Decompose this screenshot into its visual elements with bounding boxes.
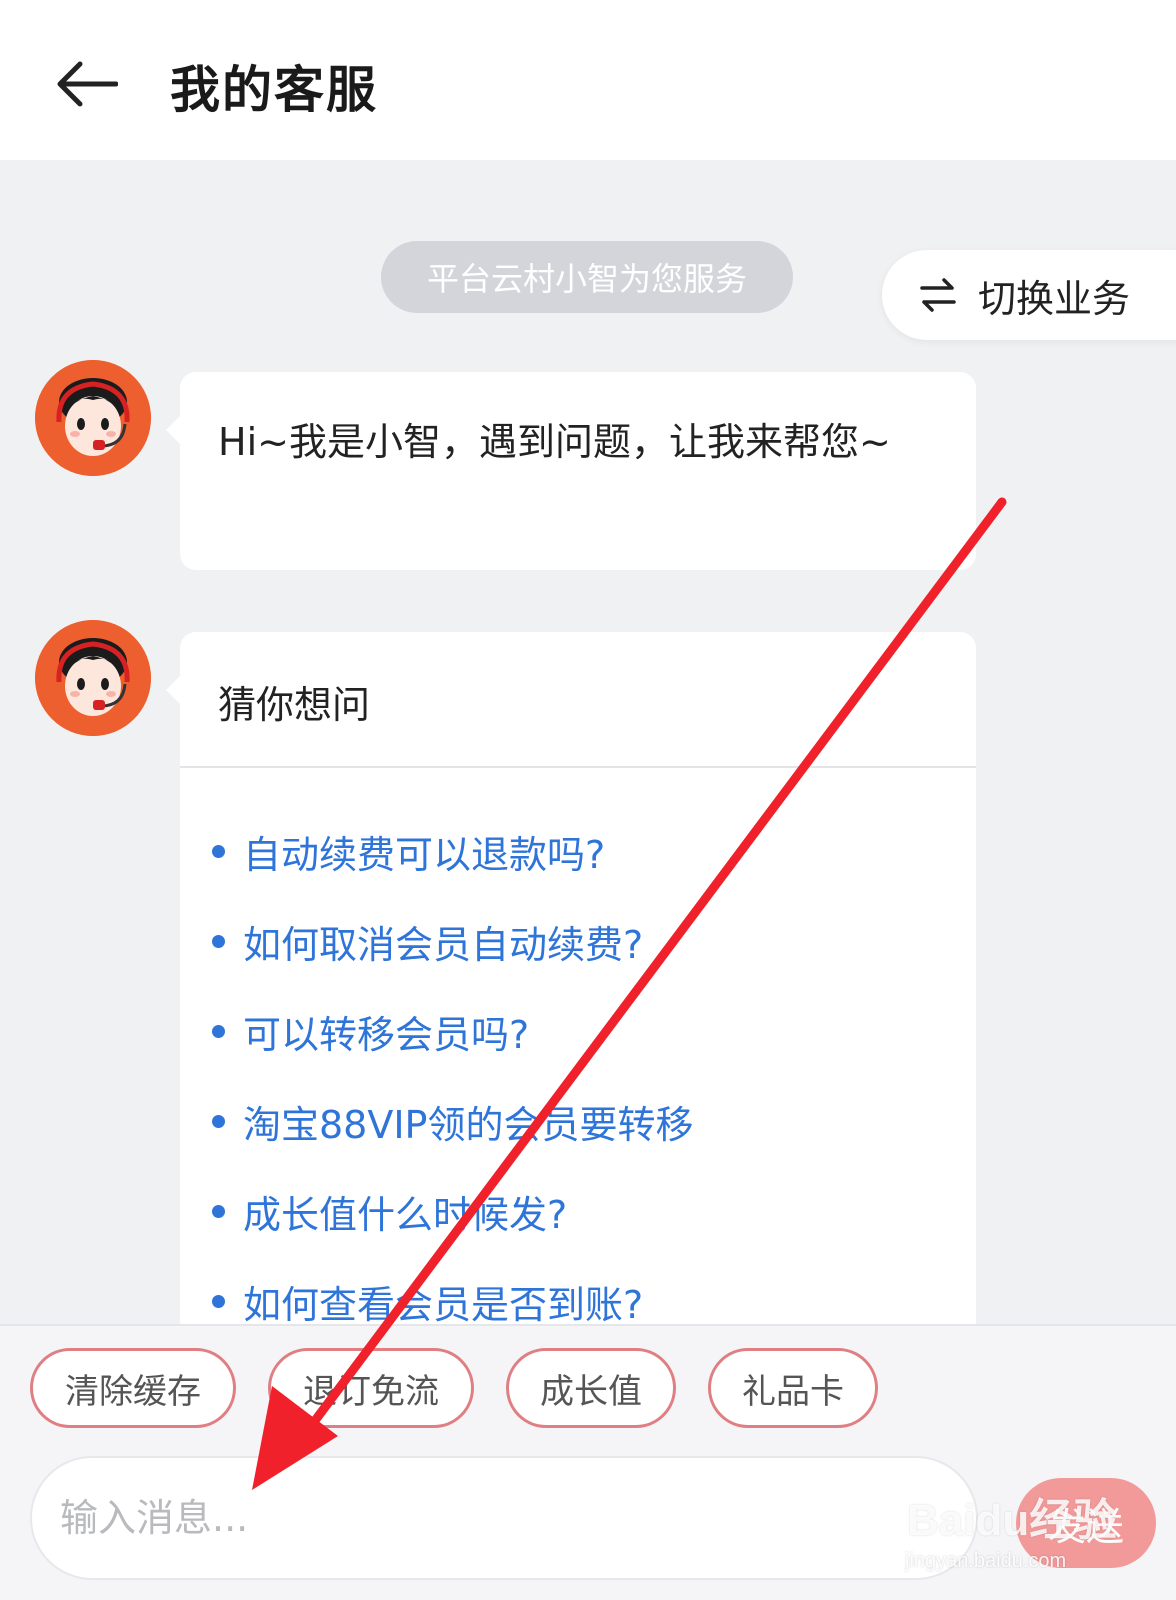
agent-avatar	[35, 360, 151, 476]
back-button[interactable]	[44, 44, 128, 124]
quick-reply-chip[interactable]: 清除缓存	[30, 1348, 236, 1428]
faq-link-label: 如何取消会员自动续费?	[243, 922, 644, 967]
quick-reply-chip[interactable]: 礼品卡	[708, 1348, 878, 1428]
faq-link[interactable]: 自动续费可以退款吗?	[212, 806, 976, 896]
faq-link[interactable]: 如何取消会员自动续费?	[212, 896, 976, 986]
faq-link-label: 自动续费可以退款吗?	[243, 832, 606, 877]
faq-list: 自动续费可以退款吗? 如何取消会员自动续费? 可以转移会员吗? 淘宝88VIP领…	[180, 768, 976, 1346]
arrow-left-icon	[57, 61, 118, 107]
faq-link-label: 成长值什么时候发?	[243, 1192, 568, 1237]
agent-avatar	[35, 620, 151, 736]
switch-business-label: 切换业务	[978, 276, 1131, 321]
header-bar: 我的客服	[0, 0, 1176, 160]
bullet-dot	[212, 934, 225, 948]
chat-bubble: Hi~我是小智，遇到问题，让我来帮您~	[166, 372, 976, 570]
service-notice: 平台云村小智为您服务	[381, 241, 793, 313]
faq-link-label: 如何查看会员是否到账?	[243, 1282, 644, 1327]
message-input-box	[30, 1456, 978, 1580]
bottom-bar: 清除缓存 退订免流 成长值 礼品卡 发送	[0, 1324, 1176, 1600]
faq-card: 猜你想问 自动续费可以退款吗? 如何取消会员自动续费? 可以转移会员吗? 淘宝8…	[166, 632, 976, 1332]
faq-link-label: 可以转移会员吗?	[243, 1012, 530, 1057]
bullet-dot	[212, 844, 225, 858]
customer-service-agent-icon	[35, 620, 151, 736]
faq-card-title: 猜你想问	[180, 632, 976, 768]
message-text: Hi~我是小智，遇到问题，让我来帮您~	[218, 420, 891, 464]
bullet-dot	[212, 1114, 225, 1128]
quick-reply-chip[interactable]: 成长值	[506, 1348, 676, 1428]
page-title: 我的客服	[170, 61, 378, 119]
bullet-dot	[212, 1024, 225, 1038]
customer-service-agent-icon	[35, 360, 151, 476]
faq-link[interactable]: 淘宝88VIP领的会员要转移	[212, 1076, 976, 1166]
faq-link[interactable]: 可以转移会员吗?	[212, 986, 976, 1076]
faq-link-label: 淘宝88VIP领的会员要转移	[243, 1102, 694, 1147]
bullet-dot	[212, 1294, 225, 1308]
swap-arrows-icon	[920, 278, 956, 312]
switch-business-button[interactable]: 切换业务	[882, 250, 1176, 340]
bullet-dot	[212, 1204, 225, 1218]
quick-replies: 清除缓存 退订免流 成长值 礼品卡	[30, 1348, 910, 1428]
quick-reply-chip[interactable]: 退订免流	[268, 1348, 474, 1428]
faq-link[interactable]: 成长值什么时候发?	[212, 1166, 976, 1256]
message-input[interactable]	[60, 1496, 920, 1540]
send-button[interactable]: 发送	[1016, 1478, 1156, 1568]
